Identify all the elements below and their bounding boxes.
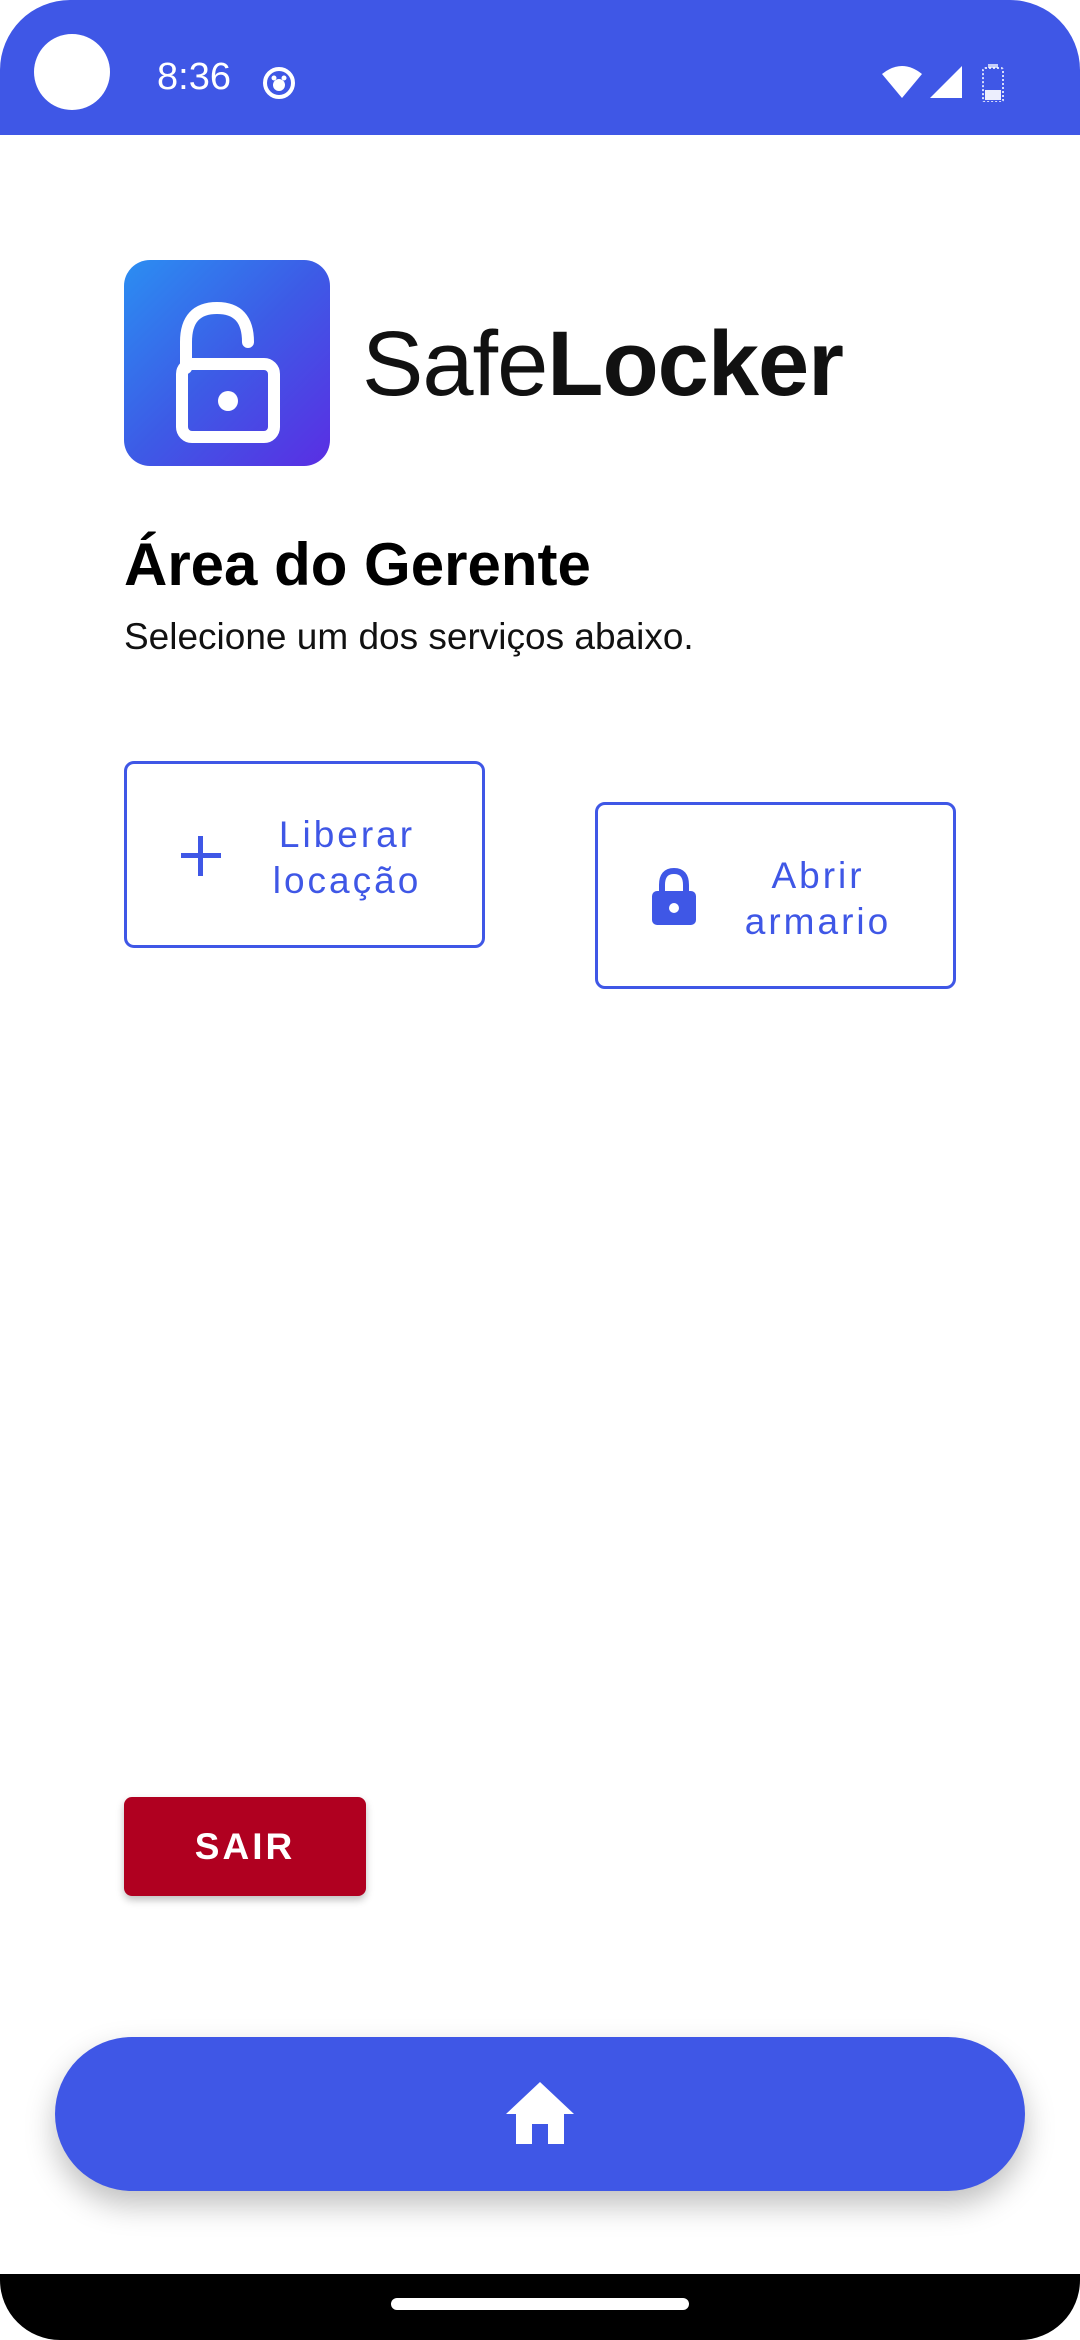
bottom-nav (55, 2037, 1025, 2191)
system-navigation-bar (0, 2274, 1080, 2340)
brand-name-light: Safe (362, 313, 548, 415)
abrir-armario-label-line2: armario (744, 901, 892, 942)
app-logo (124, 260, 330, 466)
home-button[interactable] (500, 2074, 580, 2154)
brand-name: SafeLocker (362, 318, 844, 410)
signal-icon (928, 64, 964, 105)
status-time: 8:36 (157, 56, 231, 98)
home-indicator[interactable] (391, 2298, 689, 2310)
abrir-armario-label-line1: Abrir (771, 855, 865, 896)
page-title: Área do Gerente (124, 531, 591, 598)
liberar-locacao-label-line2: locação (272, 860, 422, 901)
liberar-locacao-label-line1: Liberar (278, 814, 416, 855)
battery-icon (981, 64, 1005, 107)
liberar-locacao-button[interactable]: Liberar locação (124, 761, 485, 948)
abrir-armario-label: Abrir armario (728, 853, 908, 945)
wifi-icon (880, 64, 924, 105)
lock-icon (650, 867, 698, 932)
camera-cutout (34, 34, 110, 110)
notification-icon (262, 66, 296, 105)
home-icon (506, 2082, 574, 2144)
brand-name-bold: Locker (547, 313, 844, 415)
unlocked-padlock-icon (176, 301, 280, 443)
sair-button[interactable]: SAIR (124, 1797, 366, 1896)
plus-icon (179, 834, 223, 883)
liberar-locacao-label: Liberar locação (257, 812, 437, 904)
abrir-armario-button[interactable]: Abrir armario (595, 802, 956, 989)
status-bar: 8:36 (0, 0, 1080, 135)
page-subtitle: Selecione um dos serviços abaixo. (124, 616, 694, 657)
